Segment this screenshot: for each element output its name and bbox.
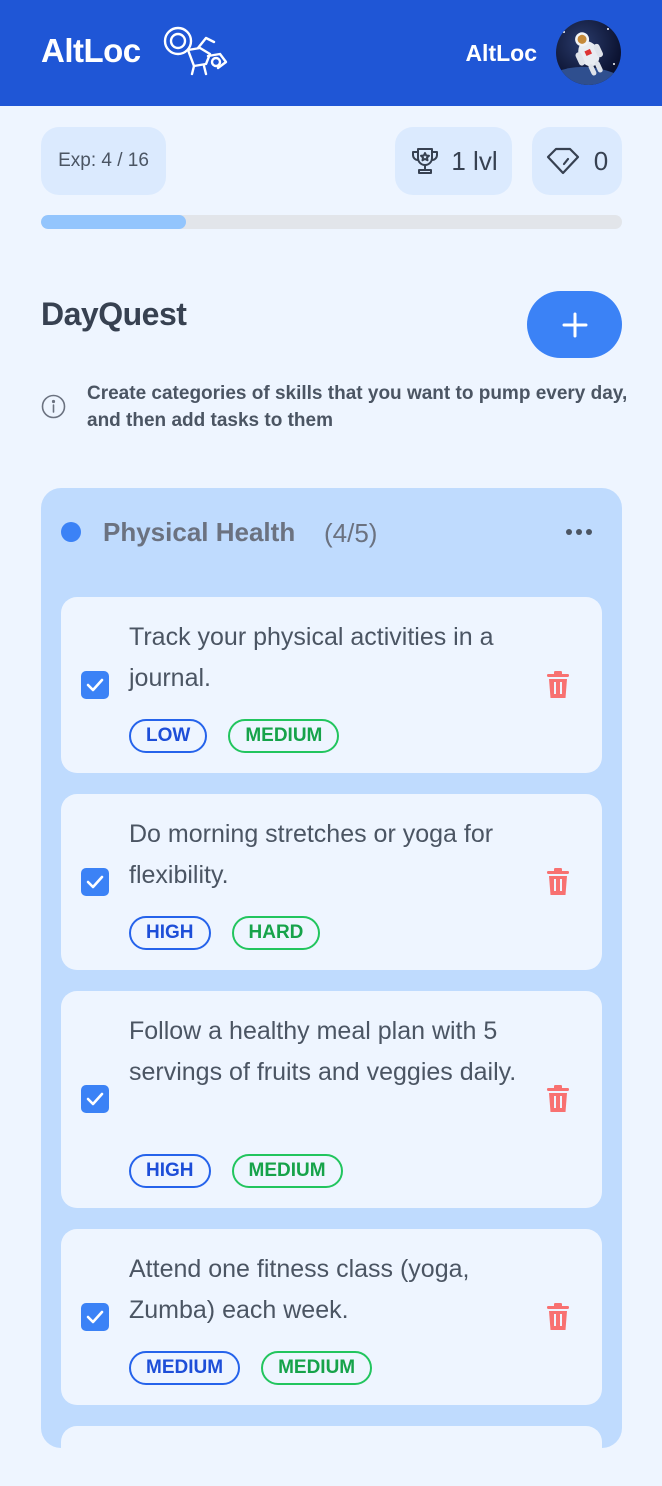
brand-name[interactable]: AltLoc (41, 32, 141, 70)
info-icon (41, 394, 66, 419)
task-checkbox[interactable] (81, 1085, 109, 1113)
task-checkbox[interactable] (81, 1303, 109, 1331)
difficulty-tag: MEDIUM (261, 1351, 373, 1385)
info-text: Create categories of skills that you wan… (87, 383, 628, 431)
check-icon (86, 875, 104, 889)
plus-icon (562, 312, 587, 337)
exp-indicator: Exp: 4 / 16 (41, 127, 166, 195)
task-text[interactable]: Follow a healthy meal plan with 5 servin… (129, 1011, 529, 1093)
exp-progress-bar (41, 215, 622, 229)
category-count: (4/5) (324, 518, 378, 548)
more-dots-icon[interactable] (561, 516, 597, 548)
trash-icon[interactable] (546, 1085, 570, 1113)
task-item: Track your physical activities in a jour… (61, 597, 602, 773)
category-name[interactable]: Physical Health (103, 517, 295, 548)
trash-icon[interactable] (546, 868, 570, 896)
task-item: Follow a healthy meal plan with 5 servin… (61, 991, 602, 1208)
trophy-icon (412, 148, 439, 174)
exp-progress-fill (41, 215, 187, 229)
level-indicator: 1 lvl (395, 127, 512, 195)
task-item: Do morning stretches or yoga for flexibi… (61, 794, 602, 970)
task-text[interactable]: Track your physical activities in a jour… (129, 617, 529, 699)
user-name[interactable]: AltLoc (465, 40, 537, 67)
astronaut-avatar-icon (556, 28, 621, 85)
task-tags: MEDIUM MEDIUM (129, 1351, 373, 1385)
gem-indicator: 0 (532, 127, 622, 195)
priority-tag: LOW (129, 719, 208, 753)
exp-label: Exp: 4 / 16 (58, 150, 149, 171)
trash-icon[interactable] (546, 671, 570, 699)
difficulty-tag: MEDIUM (231, 1154, 343, 1188)
priority-tag: HIGH (129, 1154, 211, 1188)
task-item: Attend one fitness class (yoga, Zumba) e… (61, 1229, 602, 1405)
category-card: Physical Health (4/5) Track your physica… (41, 488, 622, 1486)
priority-tag: MEDIUM (129, 1351, 241, 1385)
difficulty-tag: HARD (231, 916, 321, 950)
page-title: DayQuest (41, 296, 187, 332)
gem-count: 0 (593, 145, 609, 176)
task-checkbox[interactable] (81, 868, 109, 896)
priority-tag: HIGH (129, 916, 211, 950)
task-text[interactable]: Attend one fitness class (yoga, Zumba) e… (129, 1249, 529, 1331)
check-icon (86, 1310, 104, 1324)
task-tags: HIGH HARD (129, 916, 321, 950)
gem-icon (546, 147, 579, 175)
astronaut-icon (163, 26, 228, 76)
task-tags: HIGH MEDIUM (129, 1154, 343, 1188)
trash-icon[interactable] (546, 1303, 570, 1331)
check-icon (86, 678, 104, 692)
level-label: 1 lvl (451, 145, 498, 176)
check-icon (86, 1092, 104, 1106)
task-tags: LOW MEDIUM (129, 719, 340, 753)
avatar[interactable] (556, 20, 621, 85)
add-category-button[interactable] (527, 291, 622, 358)
task-checkbox[interactable] (81, 671, 109, 699)
app-header: AltLoc AltLoc (0, 0, 662, 106)
difficulty-tag: MEDIUM (228, 719, 340, 753)
category-color-dot (61, 522, 81, 542)
task-text[interactable]: Do morning stretches or yoga for flexibi… (129, 814, 529, 896)
task-item (61, 1426, 602, 1486)
